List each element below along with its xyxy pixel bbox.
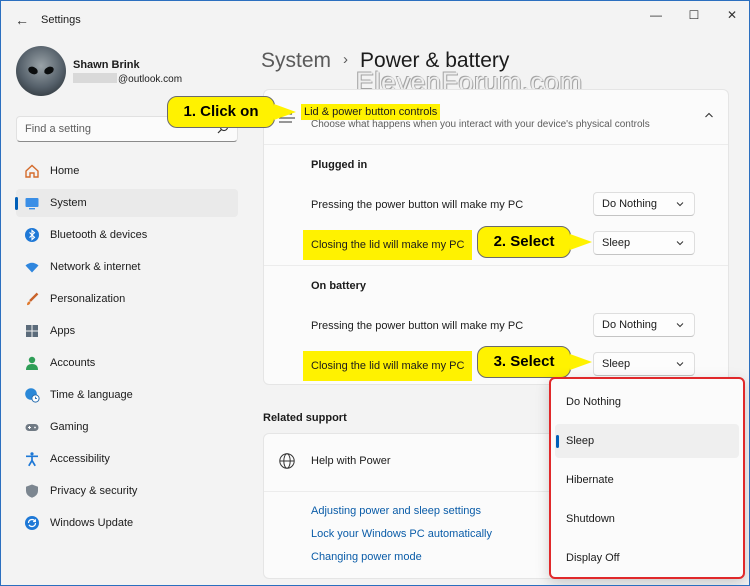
plugged-in-lid-label: Closing the lid will make my PC	[303, 230, 473, 260]
apps-icon	[26, 325, 38, 337]
chevron-down-icon	[676, 241, 684, 246]
option-hibernate[interactable]: Hibernate	[555, 463, 739, 497]
sidebar-item-label: Bluetooth & devices	[50, 229, 148, 241]
option-label: Display Off	[566, 552, 620, 564]
sidebar-item-apps[interactable]: Apps	[16, 317, 238, 345]
option-label: Shutdown	[566, 513, 615, 525]
shield-icon	[26, 484, 38, 498]
dropdown-value: Sleep	[602, 358, 631, 370]
accessibility-icon	[26, 452, 38, 467]
plugged-in-lid-dropdown[interactable]: Sleep	[593, 231, 695, 255]
dropdown-value: Do Nothing	[602, 198, 658, 210]
callout-step-2: 2. Select	[477, 226, 571, 258]
breadcrumb-separator: ›	[343, 51, 349, 68]
on-battery-lid-dropdown[interactable]: Sleep	[593, 352, 695, 376]
sidebar-item-label: Accessibility	[50, 453, 110, 465]
callout-step-1: 1. Click on	[167, 96, 275, 128]
update-icon	[25, 516, 39, 530]
chevron-down-icon	[676, 202, 684, 207]
gamepad-icon	[25, 424, 39, 431]
sidebar-item-time-language[interactable]: Time & language	[16, 381, 238, 409]
sidebar-item-privacy[interactable]: Privacy & security	[16, 477, 238, 505]
sidebar-item-label: Personalization	[50, 293, 126, 305]
wifi-icon	[25, 262, 39, 273]
sidebar-item-label: System	[50, 197, 87, 209]
on-battery-lid-label: Closing the lid will make my PC	[303, 351, 473, 381]
chevron-down-icon	[676, 323, 684, 328]
lid-action-flyout: Do Nothing Sleep Hibernate Shutdown Disp…	[549, 377, 745, 579]
link-adjusting-power-sleep[interactable]: Adjusting power and sleep settings	[311, 505, 481, 517]
redacted-email-block	[73, 73, 117, 83]
close-button[interactable]: ✕	[720, 7, 744, 23]
option-do-nothing[interactable]: Do Nothing	[555, 385, 739, 419]
sidebar-item-label: Time & language	[50, 389, 133, 401]
option-sleep[interactable]: Sleep	[555, 424, 739, 458]
callout-arrow	[570, 354, 592, 370]
on-battery-power-button-label: Pressing the power button will make my P…	[311, 320, 524, 332]
settings-window: ← Settings — ☐ ✕ Shawn Brink @outlook.co…	[0, 0, 750, 586]
divider	[264, 144, 728, 145]
option-label: Do Nothing	[566, 396, 622, 408]
option-shutdown[interactable]: Shutdown	[555, 502, 739, 536]
sidebar-item-accessibility[interactable]: Accessibility	[16, 445, 238, 473]
minimize-button[interactable]: —	[644, 7, 668, 23]
callout-arrow	[274, 104, 296, 120]
help-with-power[interactable]: Help with Power	[311, 455, 390, 467]
maximize-button[interactable]: ☐	[682, 7, 706, 23]
sidebar-item-home[interactable]: Home	[16, 157, 238, 185]
sidebar-item-network[interactable]: Network & internet	[16, 253, 238, 281]
sidebar-item-system[interactable]: System	[15, 189, 238, 217]
globe-icon	[279, 453, 295, 469]
home-icon	[25, 164, 39, 178]
divider	[264, 265, 728, 266]
on-battery-heading: On battery	[311, 280, 367, 292]
sidebar-item-personalization[interactable]: Personalization	[16, 285, 238, 313]
option-label: Hibernate	[566, 474, 614, 486]
system-icon	[25, 198, 39, 210]
globe-clock-icon	[25, 388, 40, 403]
plugged-in-power-button-dropdown[interactable]: Do Nothing	[593, 192, 695, 216]
search-placeholder: Find a setting	[25, 123, 92, 135]
sidebar-item-gaming[interactable]: Gaming	[16, 413, 238, 441]
sidebar-item-label: Privacy & security	[50, 485, 138, 497]
link-lock-pc-automatically[interactable]: Lock your Windows PC automatically	[311, 528, 492, 540]
on-battery-power-button-dropdown[interactable]: Do Nothing	[593, 313, 695, 337]
sidebar-item-bluetooth[interactable]: Bluetooth & devices	[16, 221, 238, 249]
link-changing-power-mode[interactable]: Changing power mode	[311, 551, 422, 563]
plugged-in-power-button-label: Pressing the power button will make my P…	[311, 199, 524, 211]
back-arrow-icon[interactable]: ←	[13, 11, 31, 29]
callout-arrow	[570, 234, 592, 250]
accounts-icon	[26, 356, 38, 370]
avatar[interactable]	[16, 46, 66, 96]
title-bar: ← Settings — ☐ ✕	[1, 1, 749, 39]
breadcrumb-parent[interactable]: System	[261, 49, 331, 72]
sidebar-item-label: Accounts	[50, 357, 96, 369]
sidebar-item-label: Apps	[50, 325, 76, 337]
callout-step-3: 3. Select	[477, 346, 571, 378]
sidebar-item-windows-update[interactable]: Windows Update	[16, 509, 238, 537]
app-title: Settings	[41, 14, 81, 26]
dropdown-value: Sleep	[602, 237, 631, 249]
sidebar-item-label: Gaming	[50, 421, 89, 433]
sidebar-item-label: Network & internet	[50, 261, 141, 273]
dropdown-value: Do Nothing	[602, 319, 658, 331]
option-display-off[interactable]: Display Off	[555, 541, 739, 575]
chevron-down-icon	[676, 362, 684, 367]
brush-icon	[27, 292, 39, 306]
related-support-heading: Related support	[263, 412, 347, 424]
sidebar-item-label: Home	[50, 165, 80, 177]
plugged-in-heading: Plugged in	[311, 159, 368, 171]
option-label: Sleep	[566, 435, 595, 447]
sidebar-item-accounts[interactable]: Accounts	[16, 349, 238, 377]
card-title[interactable]: Lid & power button controls	[301, 104, 441, 120]
user-name: Shawn Brink	[73, 59, 140, 71]
sidebar-nav: Home System Bluetooth & devices Network …	[15, 157, 238, 541]
card-subtitle: Choose what happens when you interact wi…	[311, 119, 650, 130]
sidebar-item-label: Windows Update	[50, 517, 134, 529]
bluetooth-icon	[25, 228, 39, 242]
user-email: @outlook.com	[73, 73, 182, 85]
chevron-up-icon[interactable]	[704, 110, 714, 120]
